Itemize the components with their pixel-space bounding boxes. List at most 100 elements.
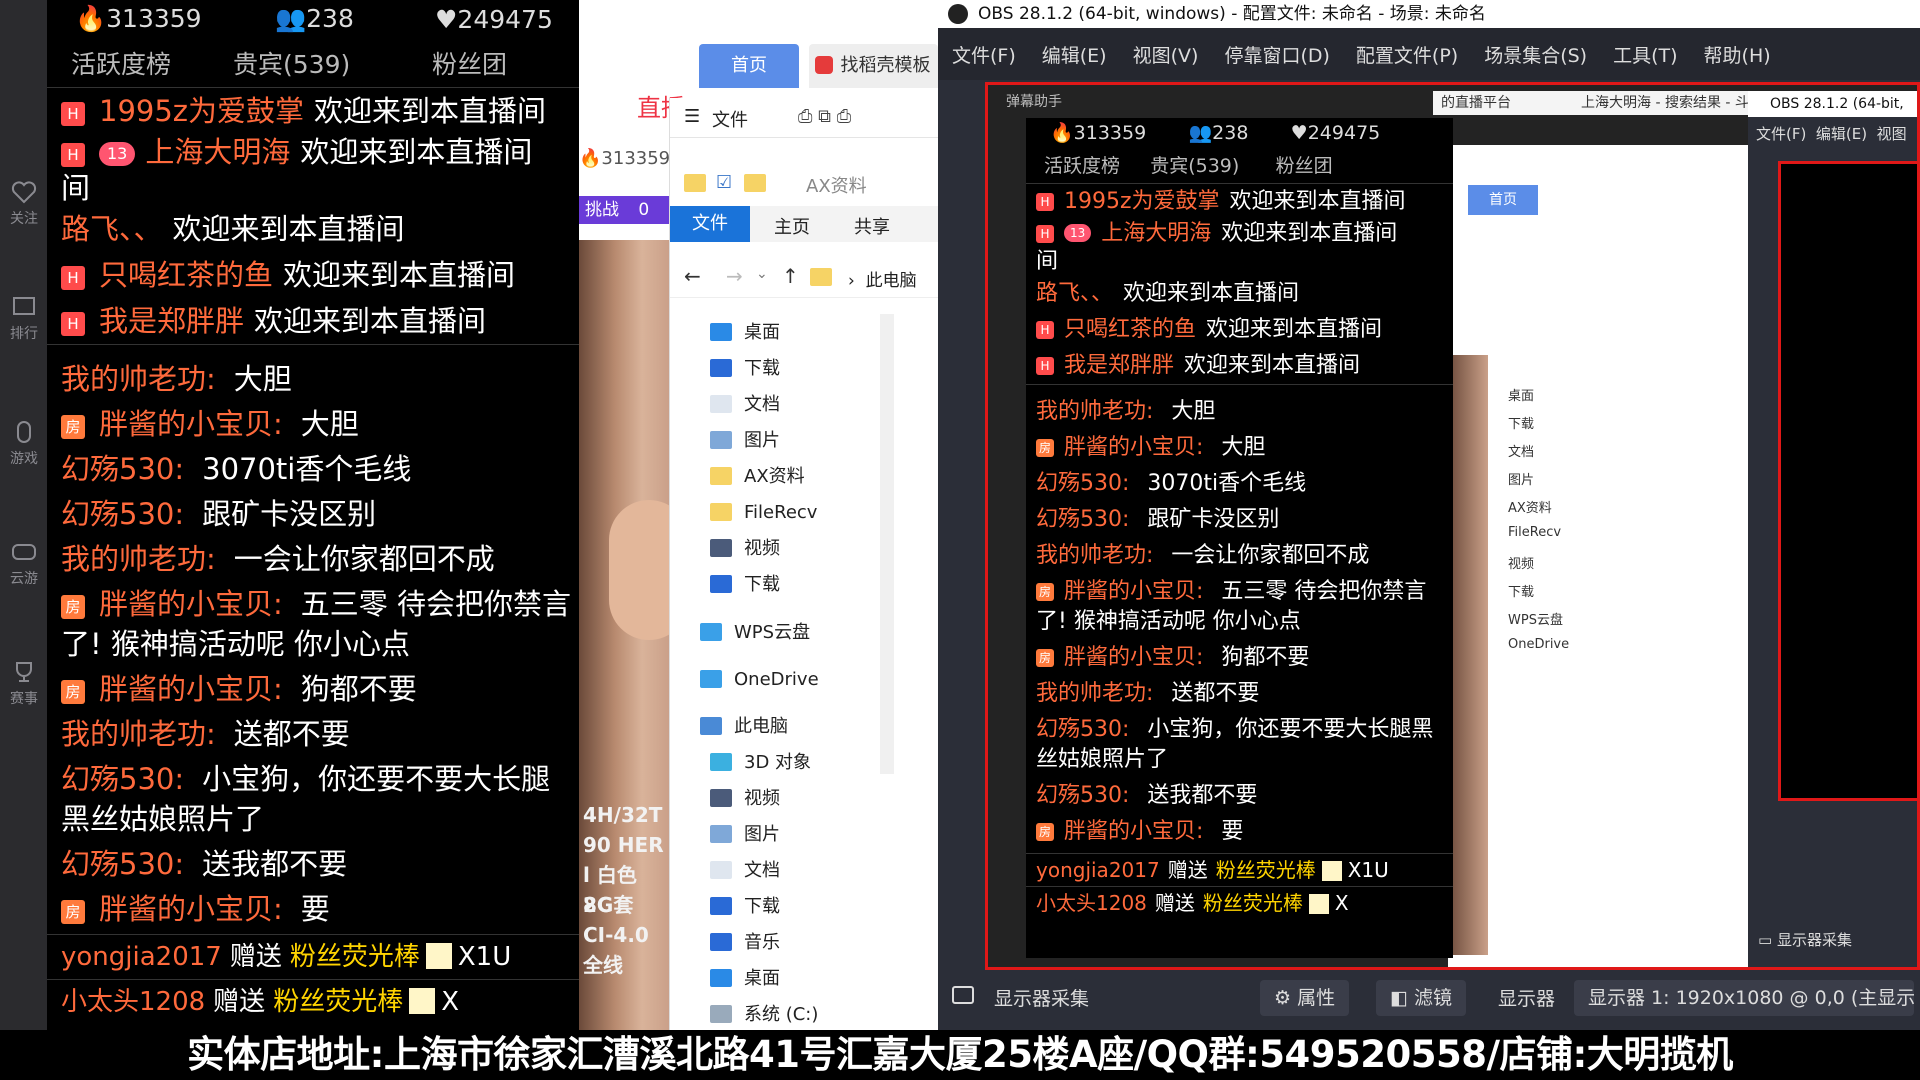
- nav-quick-item[interactable]: 桌面: [710, 318, 780, 348]
- menu-item[interactable]: 工具(T): [1613, 41, 1677, 68]
- message-username[interactable]: 我的帅老功:: [1036, 543, 1153, 568]
- nav-cloud-item[interactable]: WPS云盘: [700, 618, 810, 648]
- sidebar-label: 排行: [10, 326, 38, 342]
- nav-cloud-item[interactable]: OneDrive: [700, 665, 819, 695]
- welcome-username[interactable]: 只喝红茶的鱼: [99, 258, 273, 292]
- message-username[interactable]: 我的帅老功:: [61, 542, 216, 576]
- message-username[interactable]: 胖酱的小宝贝:: [1064, 819, 1203, 844]
- nav-pc-item[interactable]: 系统 (C:): [710, 1000, 818, 1030]
- message-username[interactable]: 胖酱的小宝贝:: [99, 587, 283, 621]
- welcome-username[interactable]: 上海大明海: [145, 135, 290, 169]
- address-path[interactable]: › 此电脑: [848, 266, 917, 291]
- tab-template[interactable]: 找稻壳模板: [809, 44, 938, 88]
- nav-label: 下载: [744, 896, 780, 917]
- message-username[interactable]: 我的帅老功:: [61, 362, 216, 396]
- user-level-badge: H: [1036, 225, 1054, 243]
- nav-quick-item[interactable]: 视频: [710, 534, 780, 564]
- source-name[interactable]: 显示器采集: [994, 984, 1089, 1011]
- nav-quick-item[interactable]: 文档: [710, 390, 780, 420]
- message-username[interactable]: 胖酱的小宝贝:: [1064, 645, 1203, 670]
- preview-gift-row: 小太头1208 赠送 粉丝荧光棒 X: [1026, 886, 1453, 919]
- message-username[interactable]: 幻殇530:: [61, 497, 184, 531]
- sidebar-item-game[interactable]: 游戏: [4, 420, 44, 468]
- welcome-username[interactable]: 1995z为爱鼓掌: [99, 94, 304, 128]
- file-menu[interactable]: 文件: [712, 106, 748, 132]
- gift-user[interactable]: 小太头1208: [1036, 891, 1147, 915]
- nav-pc-item[interactable]: 下载: [710, 892, 780, 922]
- welcome-username[interactable]: 我是郑胖胖: [1064, 353, 1174, 378]
- message-username[interactable]: 胖酱的小宝贝:: [99, 672, 283, 706]
- message-username[interactable]: 胖酱的小宝贝:: [99, 407, 283, 441]
- display-select[interactable]: 显示器 1: 1920x1080 @ 0,0 (主显示器): [1574, 980, 1914, 1016]
- menu-item[interactable]: 文件(F): [952, 41, 1016, 68]
- message-username[interactable]: 胖酱的小宝贝:: [1064, 435, 1203, 460]
- message-username[interactable]: 幻殇530:: [1036, 717, 1129, 742]
- message-username[interactable]: 幻殇530:: [1036, 783, 1129, 808]
- message-username[interactable]: 幻殇530:: [61, 847, 184, 881]
- ribbon-share-tab[interactable]: 共享: [854, 213, 890, 239]
- menu-item[interactable]: 视图(V): [1133, 41, 1199, 68]
- tab-vip[interactable]: 贵宾(539): [205, 45, 390, 81]
- sidebar-item-esports[interactable]: 赛事: [4, 660, 44, 708]
- message-username[interactable]: 幻殇530:: [61, 762, 184, 796]
- scrollbar[interactable]: [880, 314, 894, 774]
- menu-item[interactable]: 配置文件(P): [1356, 41, 1458, 68]
- message-username[interactable]: 我的帅老功:: [61, 717, 216, 751]
- menu-item[interactable]: 编辑(E): [1042, 41, 1107, 68]
- sidebar-item-rank[interactable]: 排行: [4, 295, 44, 343]
- menu-item[interactable]: 停靠窗口(D): [1224, 41, 1329, 68]
- tab-home[interactable]: 首页: [699, 44, 799, 88]
- message-username[interactable]: 我的帅老功:: [1036, 681, 1153, 706]
- preview-nav-item: FileRecv: [1508, 525, 1562, 540]
- gift-user[interactable]: yongjia2017: [61, 942, 222, 972]
- menu-item[interactable]: 帮助(H): [1704, 41, 1771, 68]
- nav-pc-item[interactable]: 桌面: [710, 964, 780, 994]
- nav-pc-item[interactable]: 音乐: [710, 928, 780, 958]
- welcome-username[interactable]: 上海大明海: [1101, 221, 1211, 246]
- overlay-line: 4H/32T: [583, 803, 663, 827]
- up-icon[interactable]: ↑: [782, 264, 799, 288]
- gift-user[interactable]: yongjia2017: [1036, 858, 1160, 882]
- nav-quick-item[interactable]: 下载: [710, 570, 780, 600]
- welcome-username[interactable]: 路飞、、: [61, 212, 163, 246]
- tab-fan-club[interactable]: 粉丝团: [390, 45, 507, 81]
- nav-label: FileRecv: [744, 502, 818, 523]
- message-username[interactable]: 幻殇530:: [1036, 507, 1129, 532]
- ribbon-home-tab[interactable]: 主页: [774, 213, 810, 239]
- menu-icon[interactable]: ☰: [684, 106, 700, 127]
- back-icon[interactable]: ←: [684, 264, 701, 288]
- ribbon-file-tab[interactable]: 文件: [670, 206, 750, 242]
- nav-pc-item[interactable]: 3D 对象: [710, 748, 811, 778]
- welcome-username[interactable]: 路飞、、: [1036, 281, 1113, 306]
- room-badge: 房: [61, 680, 85, 704]
- nav-this-pc[interactable]: 此电脑: [700, 712, 788, 742]
- nav-quick-item[interactable]: AX资料: [710, 462, 805, 492]
- nav-pc-item[interactable]: 图片: [710, 820, 780, 850]
- chevron-down-icon[interactable]: ⌄: [756, 266, 768, 282]
- tab-activity[interactable]: 活跃度榜: [47, 45, 205, 81]
- sidebar-item-cloud-game[interactable]: 云游: [4, 540, 44, 588]
- nav-pc-item[interactable]: 文档: [710, 856, 780, 886]
- forward-icon[interactable]: →: [726, 264, 743, 288]
- filters-button[interactable]: ◧ 滤镜: [1376, 980, 1467, 1016]
- nav-quick-item[interactable]: FileRecv: [710, 498, 817, 528]
- message-username[interactable]: 胖酱的小宝贝:: [1064, 579, 1203, 604]
- nav-pc-item[interactable]: 视频: [710, 784, 780, 814]
- message-username[interactable]: 我的帅老功:: [1036, 399, 1153, 424]
- menu-item[interactable]: 场景集合(S): [1484, 41, 1587, 68]
- sidebar-item-follow[interactable]: 关注: [4, 180, 44, 228]
- message-username[interactable]: 幻殇530:: [1036, 471, 1129, 496]
- properties-button[interactable]: ⚙ 属性: [1260, 980, 1350, 1016]
- welcome-username[interactable]: 1995z为爱鼓掌: [1064, 189, 1220, 214]
- checkbox-icon[interactable]: ☑: [716, 172, 732, 193]
- nav-quick-item[interactable]: 下载: [710, 354, 780, 384]
- welcome-username[interactable]: 我是郑胖胖: [99, 304, 244, 338]
- gift-user[interactable]: 小太头1208: [61, 987, 205, 1017]
- game-icon: [17, 421, 31, 443]
- toolbar-icons[interactable]: ⎙ ⧉ ⎙: [798, 106, 851, 127]
- nav-quick-item[interactable]: 图片: [710, 426, 780, 456]
- chat-message: 我的帅老功: 大胆: [47, 359, 579, 399]
- message-username[interactable]: 胖酱的小宝贝:: [99, 892, 283, 926]
- message-username[interactable]: 幻殇530:: [61, 452, 184, 486]
- welcome-username[interactable]: 只喝红茶的鱼: [1064, 317, 1196, 342]
